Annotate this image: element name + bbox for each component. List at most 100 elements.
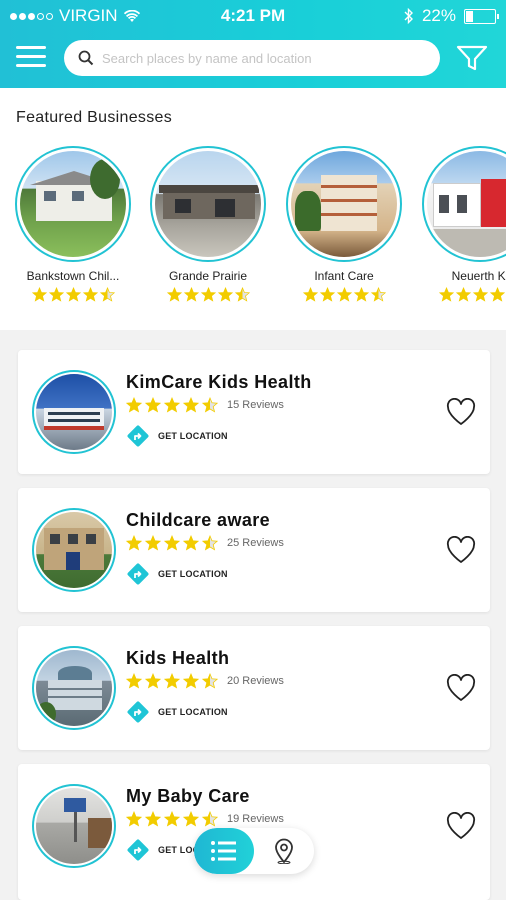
star-icon [489,287,505,302]
star-icon [353,287,369,302]
star-icon [370,287,386,302]
bluetooth-icon [404,8,413,24]
business-photo [291,151,397,257]
star-icon [202,535,218,551]
star-icon [202,811,218,827]
listing-title: Childcare aware [126,510,271,530]
business-rating [286,287,402,302]
business-name: Infant Care [314,269,374,283]
featured-section: Featured Businesses Bankstown Chil... Gr… [0,88,506,330]
search-bar[interactable] [64,40,440,76]
top-bar: VIRGIN 4:21 PM 22% [0,0,506,88]
star-icon [164,673,180,689]
get-location-button[interactable]: GET LOCATION [126,562,228,586]
star-icon [48,287,64,302]
business-rating [15,287,131,302]
star-icon [217,287,233,302]
listing-card[interactable]: Kids Health 20 Reviews GET LOCATION [18,626,490,750]
star-icon [145,673,161,689]
map-pin-icon [275,838,293,864]
review-count: 15 Reviews [227,399,284,411]
star-icon [302,287,318,302]
map-view-button[interactable] [254,828,314,874]
review-count: 19 Reviews [227,813,284,825]
hamburger-menu-icon [16,46,46,49]
listing-avatar [32,370,116,454]
get-location-button[interactable]: GET LOCATION [126,700,228,724]
app: VIRGIN 4:21 PM 22% Featured Businesses [0,0,506,900]
heart-outline-icon [446,397,476,425]
listing-photo [36,788,112,864]
star-icon [65,287,81,302]
battery-icon [464,8,499,24]
filter-button[interactable] [456,44,488,72]
business-name: Grande Prairie [168,269,248,283]
star-icon [202,397,218,413]
listing-card[interactable]: Childcare aware 25 Reviews GET LOCATION [18,488,490,612]
business-avatar [15,146,131,262]
listing-avatar [32,646,116,730]
favorite-button[interactable] [446,811,476,840]
get-location-label: GET LOCATION [158,431,228,441]
business-avatar [150,146,266,262]
star-icon [183,287,199,302]
star-icon [183,535,199,551]
listing-rating: 19 Reviews [126,811,284,827]
favorite-button[interactable] [446,535,476,564]
listing-rating: 25 Reviews [126,535,284,551]
favorite-button[interactable] [446,397,476,426]
directions-icon [126,424,150,448]
heart-outline-icon [446,673,476,701]
listing-avatar [32,784,116,868]
star-icon [319,287,335,302]
menu-button[interactable] [16,44,46,68]
list-view-button[interactable] [194,828,254,874]
star-icon [183,397,199,413]
search-input[interactable] [102,50,412,66]
featured-heading: Featured Businesses [16,109,173,126]
listing-title: KimCare Kids Health [126,372,312,392]
star-icon [183,811,199,827]
star-icon [145,535,161,551]
listing-card[interactable]: KimCare Kids Health 15 Reviews GET LOCAT… [18,350,490,474]
star-icon [164,811,180,827]
star-icon [166,287,182,302]
star-icon [234,287,250,302]
get-location-button[interactable]: GET LOCATION [126,424,228,448]
directions-icon [126,562,150,586]
star-icon [31,287,47,302]
listing-avatar [32,508,116,592]
listing-rating: 20 Reviews [126,673,284,689]
list-view-icon [211,841,236,861]
featured-business[interactable]: Bankstown Chil... [15,146,131,302]
star-icon [455,287,471,302]
review-count: 25 Reviews [227,537,284,549]
featured-business[interactable]: Infant Care [286,146,402,302]
get-location-label: GET LOCATION [158,569,228,579]
business-name: Neuerth Ki [451,269,506,283]
business-rating [150,287,266,302]
business-avatar [286,146,402,262]
business-avatar [422,146,506,262]
star-icon [472,287,488,302]
heart-outline-icon [446,811,476,839]
featured-business[interactable]: Grande Prairie [150,146,266,302]
star-icon [126,535,142,551]
star-icon [99,287,115,302]
review-count: 20 Reviews [227,675,284,687]
directions-icon [126,838,150,862]
featured-business[interactable]: Neuerth Ki [422,146,506,302]
status-bar: VIRGIN 4:21 PM 22% [0,0,506,30]
star-icon [164,397,180,413]
star-icon [145,397,161,413]
battery-percent: 22% [421,6,456,25]
favorite-button[interactable] [446,673,476,702]
star-icon [82,287,98,302]
search-icon [78,50,94,66]
listing-title: Kids Health [126,648,230,668]
star-icon [126,811,142,827]
view-toggle [194,828,314,874]
star-icon [145,811,161,827]
business-photo [20,151,126,257]
star-icon [202,673,218,689]
